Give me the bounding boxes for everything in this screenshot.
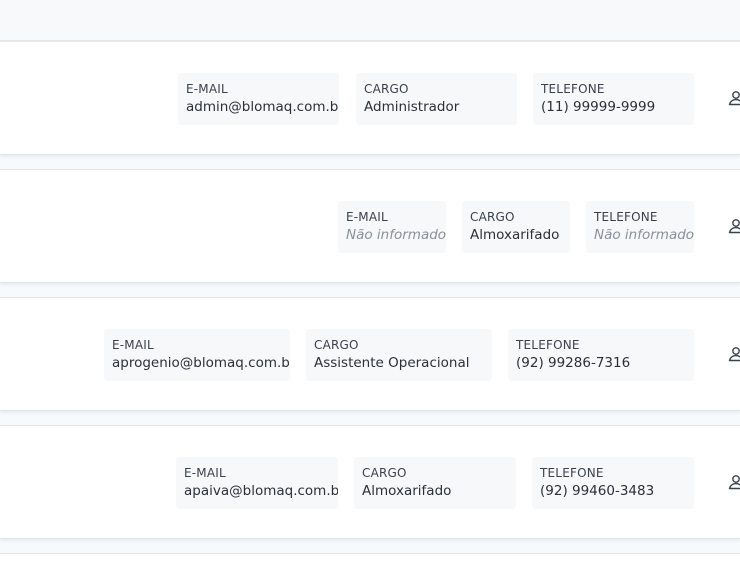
cargo-value: Assistente Operacional (314, 355, 470, 371)
telefone-label: TELEFONE (594, 210, 658, 224)
email-field: E-MAIL Não informado (338, 201, 446, 253)
user-icon[interactable] (726, 89, 740, 109)
email-value: admin@blomaq.com.br (186, 99, 339, 115)
cargo-field: CARGO Almoxarifado (462, 201, 570, 253)
telefone-label: TELEFONE (541, 82, 605, 96)
cargo-field: CARGO Assistente Operacional (306, 329, 492, 381)
telefone-value: Não informado (594, 227, 694, 243)
user-card: E-MAIL Não informado CARGO Almoxarifado … (0, 169, 740, 283)
telefone-field: TELEFONE Não informado (586, 201, 694, 253)
telefone-label: TELEFONE (516, 338, 580, 352)
email-value: Não informado (346, 227, 446, 243)
cargo-label: CARGO (364, 82, 409, 96)
cargo-value: Administrador (364, 99, 460, 115)
email-field: E-MAIL admin@blomaq.com.br (178, 73, 339, 125)
user-icon[interactable] (726, 217, 740, 237)
telefone-value: (92) 99286-7316 (516, 355, 631, 371)
cargo-label: CARGO (362, 466, 407, 480)
list-header-strip (0, 0, 740, 41)
user-card: E-MAIL apaiva@blomaq.com.br CARGO Almoxa… (0, 425, 740, 539)
telefone-label: TELEFONE (540, 466, 604, 480)
cargo-label: CARGO (314, 338, 359, 352)
email-label: E-MAIL (184, 466, 226, 480)
telefone-field: TELEFONE (92) 99460-3483 (532, 457, 694, 509)
user-icon[interactable] (726, 473, 740, 493)
email-field: E-MAIL aprogenio@blomaq.com.br (104, 329, 290, 381)
email-field: E-MAIL apaiva@blomaq.com.br (176, 457, 338, 509)
user-card (0, 553, 740, 578)
user-icon[interactable] (726, 345, 740, 365)
telefone-field: TELEFONE (92) 99286-7316 (508, 329, 694, 381)
email-label: E-MAIL (112, 338, 154, 352)
email-value: aprogenio@blomaq.com.br (112, 355, 290, 371)
telefone-value: (11) 99999-9999 (541, 99, 656, 115)
email-label: E-MAIL (346, 210, 388, 224)
user-card: E-MAIL aprogenio@blomaq.com.br CARGO Ass… (0, 297, 740, 411)
email-label: E-MAIL (186, 82, 228, 96)
cargo-label: CARGO (470, 210, 515, 224)
cargo-field: CARGO Almoxarifado (354, 457, 516, 509)
cargo-value: Almoxarifado (470, 227, 560, 243)
user-card: E-MAIL admin@blomaq.com.br CARGO Adminis… (0, 41, 740, 155)
telefone-field: TELEFONE (11) 99999-9999 (533, 73, 694, 125)
email-value: apaiva@blomaq.com.br (184, 483, 338, 499)
telefone-value: (92) 99460-3483 (540, 483, 655, 499)
cargo-field: CARGO Administrador (356, 73, 517, 125)
user-list-page: E-MAIL admin@blomaq.com.br CARGO Adminis… (0, 0, 740, 578)
cargo-value: Almoxarifado (362, 483, 452, 499)
